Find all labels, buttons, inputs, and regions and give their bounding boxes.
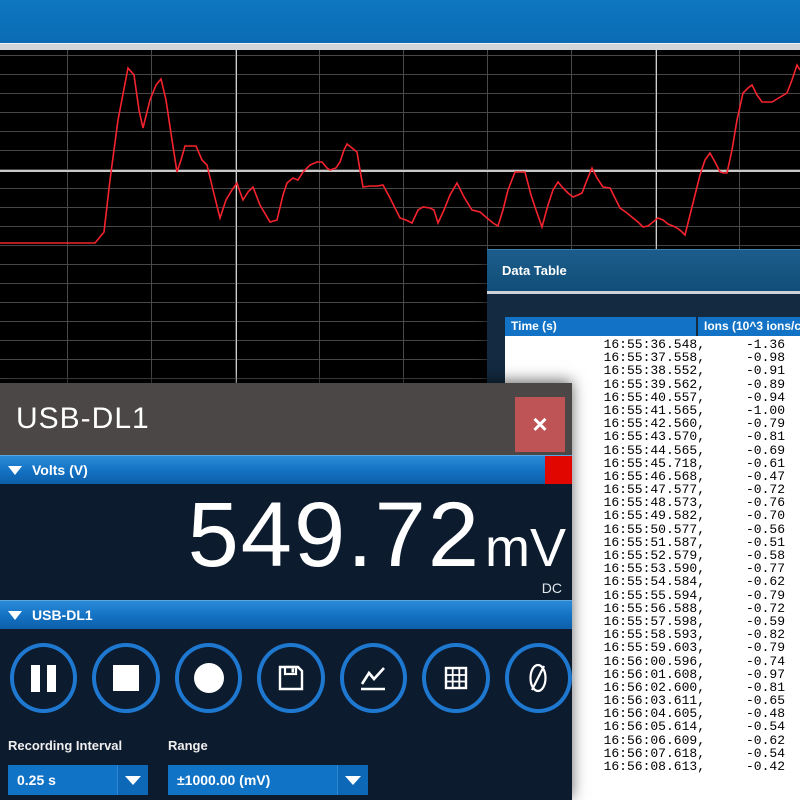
cell-ions: -0.81 [705,430,785,443]
zero-button[interactable] [505,643,572,713]
range-value: ±1000.00 (mV) [168,772,337,788]
collapse-triangle-icon [8,466,22,475]
pause-button[interactable] [10,643,77,713]
meter-display: 549.72 mV DC [0,484,572,600]
cell-ions: -0.54 [705,720,785,733]
close-button[interactable]: × [515,397,565,452]
volts-section-label: Volts (V) [32,462,88,478]
recording-interval-dropdown[interactable]: 0.25 s [8,765,148,795]
cell-ions: -0.89 [705,378,785,391]
save-button[interactable] [257,643,324,713]
chevron-down-icon [125,776,141,785]
cell-ions: -0.61 [705,457,785,470]
range-dropdown[interactable]: ±1000.00 (mV) [168,765,368,795]
recording-interval-label: Recording Interval [8,738,122,753]
meter-reading-value: 549.72 [188,489,481,581]
graph-button[interactable] [340,643,407,713]
pause-icon [31,665,56,692]
column-header-time[interactable]: Time (s) [505,317,696,336]
cell-ions: -0.72 [705,602,785,615]
cell-ions: -0.70 [705,509,785,522]
status-red-block [545,456,572,484]
top-title-bar [0,0,800,43]
stop-button[interactable] [92,643,159,713]
cell-ions: -0.79 [705,589,785,602]
cell-ions: -0.69 [705,444,785,457]
graph-icon [356,661,390,695]
data-table-titlebar[interactable]: Data Table [487,249,800,291]
cell-ions: -0.94 [705,391,785,404]
cell-ions: -0.79 [705,641,785,654]
usb-dl1-titlebar[interactable]: USB-DL1 × [0,383,572,455]
dropdown-arrow-button[interactable] [117,765,148,795]
window-edge-strip [0,43,800,50]
close-icon: × [532,409,547,440]
meter-mode-label: DC [542,580,562,596]
meter-reading-unit: mV [485,521,566,575]
table-icon [440,662,472,694]
cell-ions: -0.74 [705,655,785,668]
range-label: Range [168,738,208,753]
cell-time: 16:55:38.552, [505,364,705,377]
signal-line [0,65,800,243]
chevron-down-icon [345,776,361,785]
cell-ions: -0.56 [705,523,785,536]
table-header-row: Time (s) Ions (10^3 ions/cm [505,317,800,336]
toolbar [0,629,572,713]
table-row[interactable]: 16:55:38.552,-0.91 [505,364,800,377]
record-button[interactable] [175,643,242,713]
cell-ions: -0.97 [705,668,785,681]
zero-icon [521,661,555,695]
dropdown-arrow-button[interactable] [337,765,368,795]
usb-dl1-window: USB-DL1 × Volts (V) 549.72 mV DC USB-DL1 [0,383,572,800]
device-section-bar[interactable]: USB-DL1 [0,600,572,629]
record-icon [194,663,224,693]
data-table-title: Data Table [502,263,567,278]
collapse-triangle-icon [8,611,22,620]
cell-ions: -0.91 [705,364,785,377]
save-icon [275,662,307,694]
device-section-label: USB-DL1 [32,607,93,623]
cell-ions: -0.42 [705,760,785,773]
usb-dl1-window-title: USB-DL1 [16,402,150,436]
cell-ions: -0.62 [705,575,785,588]
cell-ions: -0.62 [705,734,785,747]
recording-interval-value: 0.25 s [8,772,117,788]
stop-icon [113,665,139,691]
table-button[interactable] [422,643,489,713]
volts-section-bar[interactable]: Volts (V) [0,455,572,484]
column-header-ions[interactable]: Ions (10^3 ions/cm [698,317,800,336]
